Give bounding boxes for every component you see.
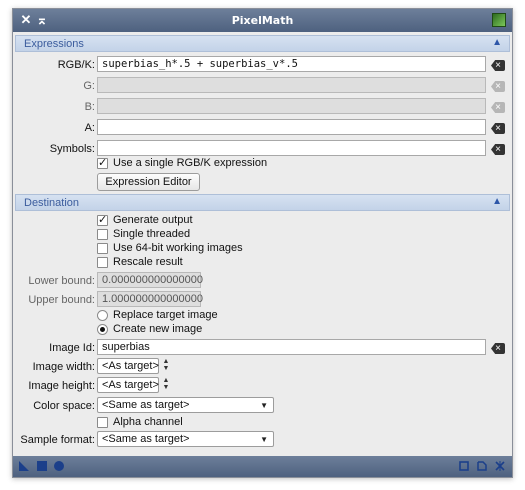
pixelmath-window: ✕ ⌅ PixelMath Expressions ▲ RGB/K: super… (12, 8, 513, 478)
chevron-down-icon: ▼ (260, 401, 268, 410)
image-width-value: <As target> (102, 360, 159, 372)
clear-g-icon: × (491, 81, 505, 92)
title-bar: ✕ ⌅ PixelMath (13, 9, 512, 32)
image-width-spinner[interactable]: ▲ ▼ (161, 358, 171, 374)
color-space-select[interactable]: <Same as target> ▼ (97, 397, 274, 413)
replace-target-label: Replace target image (113, 309, 218, 321)
image-width-field[interactable]: <As target> (97, 358, 159, 374)
spin-down-icon[interactable]: ▼ (161, 384, 171, 391)
window-title: PixelMath (231, 14, 294, 27)
b-expression-field (97, 98, 486, 114)
use-64bit-label: Use 64-bit working images (113, 242, 243, 254)
image-height-value: <As target> (102, 379, 159, 391)
g-label: G: (83, 80, 95, 92)
upper-bound-label: Upper bound: (28, 294, 95, 306)
create-new-image-radio[interactable] (97, 324, 108, 335)
single-threaded-label: Single threaded (113, 228, 191, 240)
rgbk-expression-field[interactable]: superbias_h*.5 + superbias_v*.5 (97, 56, 486, 72)
checkmark-icon: ✓ (98, 157, 108, 169)
image-height-label: Image height: (28, 380, 95, 392)
apply-icon[interactable] (54, 461, 64, 471)
collapse-icon[interactable]: ▲ (492, 37, 502, 48)
sample-format-label: Sample format: (20, 434, 95, 446)
image-height-field[interactable]: <As target> (97, 377, 159, 393)
clear-a-icon[interactable]: × (491, 123, 505, 134)
apply-global-icon[interactable] (37, 461, 47, 471)
expressions-section-header[interactable]: Expressions ▲ (15, 35, 510, 52)
lower-bound-label: Lower bound: (28, 275, 95, 287)
clear-symbols-icon[interactable]: × (491, 144, 505, 155)
image-id-field[interactable]: superbias (97, 339, 486, 355)
process-toolbar (13, 456, 512, 477)
clear-image-id-icon[interactable]: × (491, 343, 505, 354)
symbols-label: Symbols: (49, 143, 95, 155)
rescale-result-checkbox[interactable] (97, 257, 108, 268)
spin-up-icon[interactable]: ▲ (161, 358, 171, 365)
checkmark-icon: ✓ (98, 214, 108, 226)
lower-bound-field: 0.000000000000000 (97, 272, 203, 288)
image-width-label: Image width: (32, 361, 95, 373)
upper-bound-value: 1.000000000000000 (102, 293, 203, 305)
destination-section-header[interactable]: Destination ▲ (15, 194, 510, 211)
color-space-value: <Same as target> (102, 399, 190, 411)
new-instance-icon[interactable] (19, 461, 29, 471)
sample-format-value: <Same as target> (102, 433, 190, 445)
create-new-image-label: Create new image (113, 323, 203, 335)
single-rgbk-label: Use a single RGB/K expression (113, 157, 268, 169)
g-expression-field (97, 77, 486, 93)
b-label: B: (84, 101, 95, 113)
expression-editor-button[interactable]: Expression Editor (97, 173, 200, 191)
radio-selected-dot (100, 327, 105, 332)
generate-output-checkbox[interactable]: ✓ (97, 214, 108, 226)
rescale-result-label: Rescale result (113, 256, 183, 268)
alpha-channel-label: Alpha channel (113, 416, 183, 428)
a-label: A: (84, 122, 95, 134)
preferences-icon[interactable] (495, 461, 505, 471)
clear-rgbk-icon[interactable]: × (491, 60, 505, 71)
lower-bound-value: 0.000000000000000 (102, 274, 203, 286)
single-rgbk-checkbox[interactable]: ✓ (97, 157, 108, 169)
section-label: Destination (24, 197, 80, 209)
reset-icon[interactable] (477, 461, 487, 471)
clear-b-icon: × (491, 102, 505, 113)
spin-down-icon[interactable]: ▼ (161, 365, 171, 372)
replace-target-radio[interactable] (97, 310, 108, 321)
image-height-spinner[interactable]: ▲ ▼ (161, 377, 171, 393)
a-expression-field[interactable] (97, 119, 486, 135)
symbols-field[interactable] (97, 140, 486, 156)
color-space-label: Color space: (33, 400, 95, 412)
chevron-down-icon: ▼ (260, 435, 268, 444)
single-threaded-checkbox[interactable] (97, 229, 108, 240)
browse-documentation-icon[interactable] (459, 461, 469, 471)
rgbk-label: RGB/K: (57, 59, 95, 71)
collapse-icon[interactable]: ▲ (492, 196, 502, 207)
use-64bit-checkbox[interactable] (97, 243, 108, 254)
generate-output-label: Generate output (113, 214, 193, 226)
upper-bound-field: 1.000000000000000 (97, 291, 203, 307)
image-id-label: Image Id: (49, 342, 95, 354)
spin-up-icon[interactable]: ▲ (161, 377, 171, 384)
sample-format-select[interactable]: <Same as target> ▼ (97, 431, 274, 447)
rgbk-expression-value: superbias_h*.5 + superbias_v*.5 (102, 58, 298, 70)
alpha-channel-checkbox[interactable] (97, 417, 108, 428)
section-label: Expressions (24, 38, 84, 50)
image-id-value: superbias (102, 341, 150, 353)
pixinsight-app-icon (492, 13, 506, 27)
